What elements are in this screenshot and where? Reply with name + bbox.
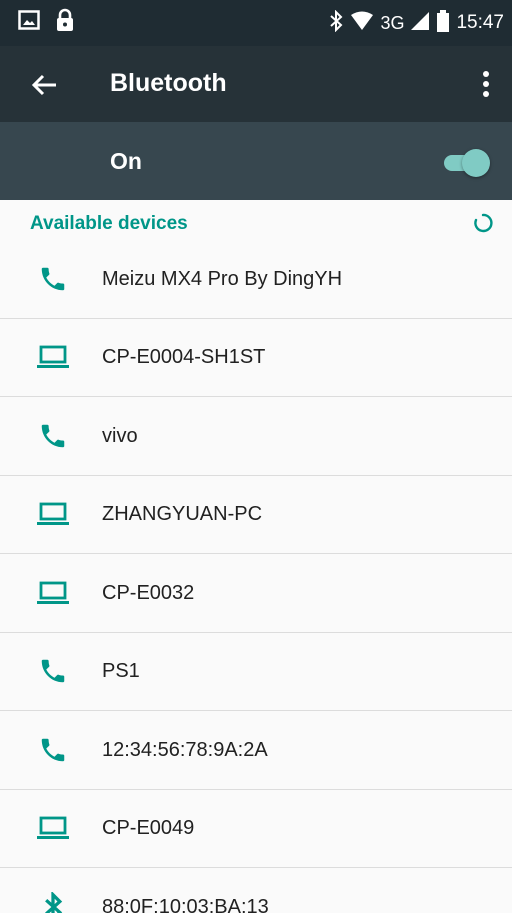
arrow-back-icon[interactable]: [30, 70, 60, 100]
device-row[interactable]: ZHANGYUAN-PC: [0, 476, 512, 554]
more-vert-icon[interactable]: [474, 68, 498, 100]
device-row[interactable]: CP-E0004-SH1ST: [0, 319, 512, 397]
status-bar: 3G 15:47: [0, 0, 512, 46]
laptop-icon: [36, 340, 70, 374]
device-row[interactable]: CP-E0032: [0, 554, 512, 633]
scanning-progress-icon: [472, 212, 494, 234]
device-name: 88:0F:10:03:BA:13: [102, 896, 269, 913]
lock-icon: [56, 8, 74, 37]
network-type: 3G: [380, 13, 405, 33]
laptop-icon: [36, 497, 70, 531]
phone-icon: [36, 419, 70, 453]
bluetooth-icon: [328, 9, 344, 37]
device-row[interactable]: PS1: [0, 633, 512, 711]
laptop-icon: [36, 576, 70, 610]
bluetooth-switch-bar[interactable]: On: [0, 122, 512, 200]
device-name: CP-E0004-SH1ST: [102, 346, 266, 369]
device-row[interactable]: vivo: [0, 397, 512, 476]
phone-icon: [36, 654, 70, 688]
available-devices-header: Available devices: [30, 213, 188, 234]
device-name: PS1: [102, 660, 140, 683]
signal-icon: [410, 11, 430, 36]
device-row[interactable]: 12:34:56:78:9A:2A: [0, 711, 512, 790]
device-name: 12:34:56:78:9A:2A: [102, 738, 268, 761]
switch-label: On: [110, 148, 142, 174]
device-name: CP-E0032: [102, 581, 195, 604]
device-name: vivo: [102, 424, 138, 447]
laptop-icon: [36, 811, 70, 845]
clock: 15:47: [456, 12, 504, 33]
wifi-icon: [350, 11, 374, 36]
device-row[interactable]: Meizu MX4 Pro By DingYH: [0, 240, 512, 319]
device-row[interactable]: CP-E0049: [0, 790, 512, 868]
bluetooth-icon: [36, 890, 70, 913]
phone-icon: [36, 262, 70, 296]
device-name: ZHANGYUAN-PC: [102, 503, 263, 526]
device-list: Meizu MX4 Pro By DingYH CP-E0004-SH1ST v…: [0, 240, 512, 913]
toggle-thumb: [462, 149, 490, 177]
device-row[interactable]: 88:0F:10:03:BA:13: [0, 868, 512, 913]
bluetooth-toggle[interactable]: [440, 148, 490, 177]
phone-icon: [36, 733, 70, 767]
image-icon: [18, 9, 40, 35]
device-name: Meizu MX4 Pro By DingYH: [102, 267, 343, 290]
battery-icon: [436, 9, 450, 37]
app-bar: Bluetooth: [0, 46, 512, 122]
page-title: Bluetooth: [110, 69, 227, 97]
device-name: CP-E0049: [102, 817, 195, 840]
